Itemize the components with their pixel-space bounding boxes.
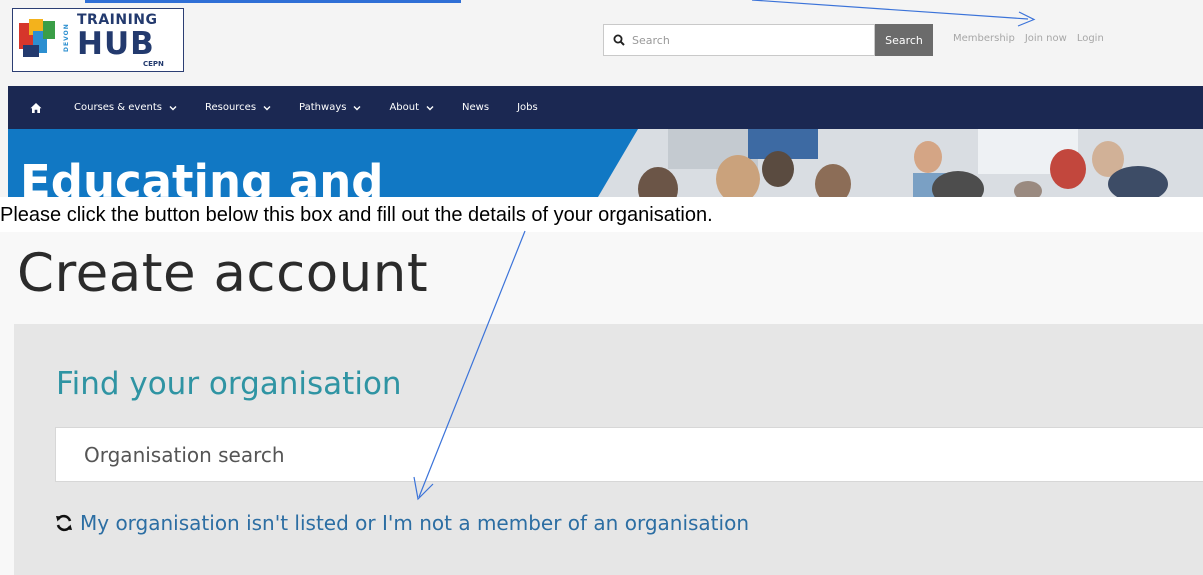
login-link[interactable]: Login — [1077, 33, 1104, 44]
refresh-icon — [56, 514, 72, 532]
logo-cepn-text: CEPN — [143, 60, 164, 68]
nav-label: Courses & events — [74, 102, 162, 113]
page-title: Create account — [17, 243, 429, 304]
link-underline — [85, 0, 461, 3]
instruction-text: Please click the button below this box a… — [0, 204, 713, 226]
nav-courses-events[interactable]: Courses & events — [74, 102, 177, 113]
nav-jobs[interactable]: Jobs — [517, 102, 538, 113]
not-listed-link-text: My organisation isn't listed or I'm not … — [80, 511, 749, 535]
create-account-screenshot: Create account Find your organisation My… — [0, 232, 1203, 575]
home-icon[interactable] — [30, 102, 42, 114]
nav-label: About — [389, 102, 420, 113]
chevron-down-icon — [263, 105, 271, 110]
search-button[interactable]: Search — [875, 24, 933, 56]
chevron-down-icon — [426, 105, 434, 110]
training-hub-logo[interactable]: DEVON TRAINING HUB CEPN — [12, 8, 184, 72]
membership-link[interactable]: Membership — [953, 33, 1015, 44]
find-organisation-heading: Find your organisation — [56, 366, 402, 402]
nav-about[interactable]: About — [389, 102, 434, 113]
site-header-screenshot: DEVON TRAINING HUB CEPN Search Membershi… — [0, 0, 1203, 197]
chevron-down-icon — [353, 105, 361, 110]
logo-devon-text: DEVON — [63, 23, 70, 53]
join-now-link[interactable]: Join now — [1025, 33, 1067, 44]
nav-resources[interactable]: Resources — [205, 102, 271, 113]
logo-mark — [19, 19, 57, 59]
nav-label: Resources — [204, 102, 257, 113]
logo-hub-text: HUB — [77, 26, 155, 62]
site-search-box[interactable] — [603, 24, 875, 56]
nav-label: Jobs — [517, 102, 538, 113]
organisation-not-listed-link[interactable]: My organisation isn't listed or I'm not … — [54, 511, 749, 535]
site-search-input[interactable] — [632, 29, 868, 51]
chevron-down-icon — [169, 105, 177, 110]
nav-label: Pathways — [299, 102, 347, 113]
hero-photo — [598, 129, 1203, 197]
main-navbar: Courses & events Resources Pathways Abou… — [8, 86, 1203, 129]
nav-news[interactable]: News — [462, 102, 489, 113]
hero-banner: Educating and — [8, 129, 1203, 197]
search-icon — [613, 34, 625, 46]
hero-heading: Educating and — [20, 155, 384, 198]
account-links: Membership Join now Login — [953, 33, 1104, 44]
nav-pathways[interactable]: Pathways — [299, 102, 361, 113]
nav-label: News — [462, 102, 490, 113]
find-organisation-panel: Find your organisation My organisation i… — [14, 324, 1203, 575]
organisation-search-input[interactable] — [55, 427, 1203, 482]
